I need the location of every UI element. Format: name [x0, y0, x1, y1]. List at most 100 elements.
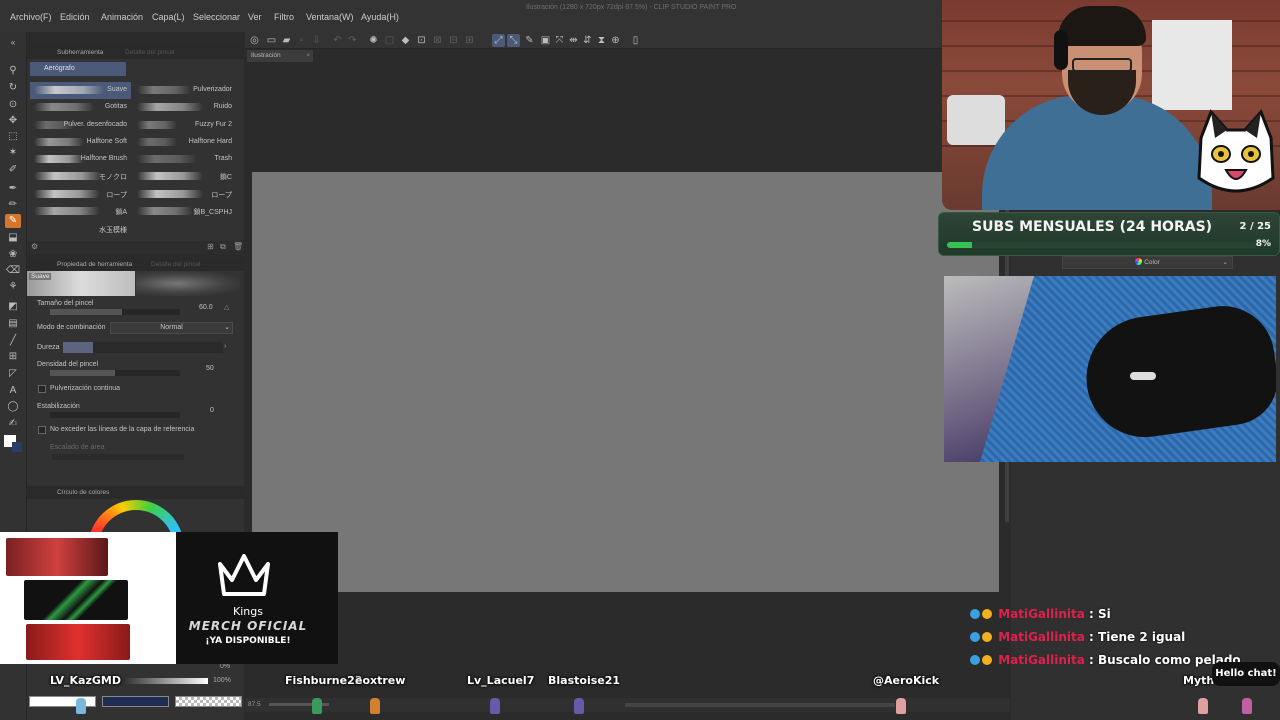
continuous-spray-checkbox[interactable]	[38, 385, 46, 393]
tab-illustration[interactable]: Ilustración ×	[247, 50, 313, 62]
object-tool-icon[interactable]: ⊙	[5, 98, 21, 112]
eraser-tool-icon[interactable]: ⌫	[5, 264, 21, 278]
sub-color-swatch[interactable]	[12, 442, 22, 452]
blend-mode-select[interactable]: Normal ⌄	[110, 322, 233, 334]
tab-tool-property[interactable]: Propiedad de herramienta	[57, 261, 132, 268]
tab-brush-detail[interactable]: Detalle del pincel	[125, 49, 175, 56]
menu-ver[interactable]: Ver	[248, 10, 262, 24]
transform-icon[interactable]: ⊡	[415, 34, 428, 47]
text-tool-icon[interactable]: A	[5, 384, 21, 398]
pen-ruler-icon[interactable]: ✎	[523, 34, 536, 47]
menu-capa[interactable]: Capa(L)	[152, 10, 185, 24]
stabilization-slider[interactable]	[50, 412, 180, 418]
clear-icon[interactable]: ▢	[383, 34, 396, 47]
deselect-icon[interactable]: ⊟	[447, 34, 460, 47]
tab-brush-detail-2[interactable]: Detalle del pincel	[151, 261, 201, 268]
density-value[interactable]: 50	[206, 365, 214, 372]
brush-size-slider[interactable]	[50, 309, 180, 315]
undo-icon[interactable]: ↶	[331, 34, 344, 47]
decoration-tool-icon[interactable]: ❀	[5, 248, 21, 262]
pen-tool-icon[interactable]: ✒	[5, 182, 21, 196]
copy-subtool-icon[interactable]: ⧉	[220, 242, 226, 252]
close-icon[interactable]: ×	[306, 50, 310, 62]
export-icon[interactable]: ⇩	[310, 34, 323, 47]
phone-icon[interactable]: ▯	[629, 34, 642, 47]
tab-color-wheel[interactable]: Círculo de colores	[57, 489, 109, 496]
no-exceed-checkbox[interactable]	[38, 426, 46, 434]
area-scaling-slider[interactable]	[52, 454, 184, 460]
menu-seleccionar[interactable]: Seleccionar	[193, 10, 240, 24]
subtool-group-airbrush[interactable]: Aerógrafo	[30, 62, 126, 76]
open-folder-icon[interactable]: ▰	[280, 34, 293, 47]
transparent-color-bar[interactable]	[175, 696, 242, 707]
brush-droplets[interactable]: Gotitas	[30, 99, 131, 116]
settings-icon[interactable]: ✺	[367, 34, 380, 47]
brush-chain-b[interactable]: 鎖B_CSPHJ	[133, 203, 236, 220]
redo-icon[interactable]: ↷	[346, 34, 359, 47]
figure-tool-icon[interactable]: ╱	[5, 334, 21, 348]
delete-subtool-icon[interactable]: 🗑	[233, 242, 243, 251]
eyedropper-icon[interactable]: ✐	[5, 163, 21, 177]
zoom-value[interactable]: 87.5	[248, 701, 261, 708]
brush-jp-4[interactable]: 水玉模様	[30, 221, 131, 238]
menu-ventana[interactable]: Ventana(W)	[306, 10, 354, 24]
selection-tool-icon[interactable]: ⬚	[5, 130, 21, 144]
hardness-arrow-icon[interactable]: ›	[224, 343, 226, 350]
brush-blur-spray[interactable]: Pulver. desenfocado	[30, 117, 131, 134]
airbrush-tool-icon[interactable]: ✎	[5, 214, 21, 228]
hardness-slider[interactable]	[63, 342, 223, 353]
fill-tool-icon[interactable]: ◩	[5, 300, 21, 314]
fit-icon[interactable]: ⤧	[553, 34, 566, 47]
brush-halftone-brush[interactable]: Halftone Brush	[30, 151, 131, 168]
reference-icon[interactable]: ⊕	[609, 34, 622, 47]
brush-trash[interactable]: Trash	[133, 151, 236, 168]
menu-animacion[interactable]: Animación	[101, 10, 143, 24]
crop-icon[interactable]: ⊠	[431, 34, 444, 47]
collapse-icon[interactable]: «	[5, 36, 21, 50]
move-tool-icon[interactable]: ✥	[5, 114, 21, 128]
add-subtool-icon[interactable]: ⊞	[207, 242, 214, 251]
snap-grid-icon[interactable]: ⤡	[507, 34, 520, 47]
rotate-tool-icon[interactable]: ↻	[5, 81, 21, 95]
stabilization-value[interactable]: 0	[210, 407, 214, 414]
zoom-tool-icon[interactable]: ⚲	[5, 64, 21, 78]
hourglass-icon[interactable]: ⧗	[595, 34, 608, 47]
menu-filtro[interactable]: Filtro	[274, 10, 294, 24]
fill-icon[interactable]: ◆	[399, 34, 412, 47]
brush-soft[interactable]: Suave	[30, 82, 131, 99]
canvas-paper[interactable]	[252, 172, 999, 592]
balloon-tool-icon[interactable]: ◯	[5, 400, 21, 414]
sub-color-bar[interactable]	[102, 696, 169, 707]
frame-icon[interactable]: ▣	[539, 34, 552, 47]
brush-jp-2[interactable]: ロープ	[30, 186, 131, 203]
brush-halftone-hard[interactable]: Halftone Hard	[133, 134, 236, 151]
blend-tool-icon[interactable]: ⚘	[5, 280, 21, 294]
brush-size-dropdown-icon[interactable]: △	[224, 303, 229, 311]
brush-halftone-soft[interactable]: Halftone Soft	[30, 134, 131, 151]
tab-subtool[interactable]: Subherramienta	[57, 49, 103, 56]
menu-edicion[interactable]: Edición	[60, 10, 90, 24]
brush-noise[interactable]: Ruido	[133, 99, 236, 116]
pencil-tool-icon[interactable]: ✏	[5, 198, 21, 212]
brush-fuzzy-fur[interactable]: Fuzzy Fur 2	[133, 117, 236, 134]
brush-chain-c[interactable]: 鎖C	[133, 168, 236, 185]
save-icon[interactable]: ▫	[295, 34, 308, 47]
menu-ayuda[interactable]: Ayuda(H)	[361, 10, 399, 24]
flip-icon[interactable]: ⇹	[567, 34, 580, 47]
clip-studio-icon[interactable]: ◎	[248, 34, 261, 47]
brush-jp-3[interactable]: 鎖A	[30, 203, 131, 220]
magic-wand-icon[interactable]: ✶	[5, 146, 21, 160]
brush-tool-icon[interactable]: ⬓	[5, 231, 21, 245]
brush-rope[interactable]: ロープ	[133, 186, 236, 203]
correct-line-icon[interactable]: ✍	[5, 417, 21, 431]
ruler-tool-icon[interactable]: ◸	[5, 367, 21, 381]
brush-size-value[interactable]: 60.0	[199, 304, 213, 311]
menu-archivo[interactable]: Archivo(F)	[10, 10, 52, 24]
subtool-settings-icon[interactable]: ⚙	[31, 242, 38, 251]
brush-sprayer[interactable]: Pulverizador	[133, 82, 236, 99]
canvas-horizontal-scrollbar[interactable]	[625, 703, 895, 707]
color-dropdown[interactable]: Color ⌄	[1062, 256, 1233, 269]
new-file-icon[interactable]: ▭	[265, 34, 278, 47]
brush-jp-1[interactable]: モノクロ	[30, 168, 131, 185]
frame-tool-icon[interactable]: ⊞	[5, 350, 21, 364]
